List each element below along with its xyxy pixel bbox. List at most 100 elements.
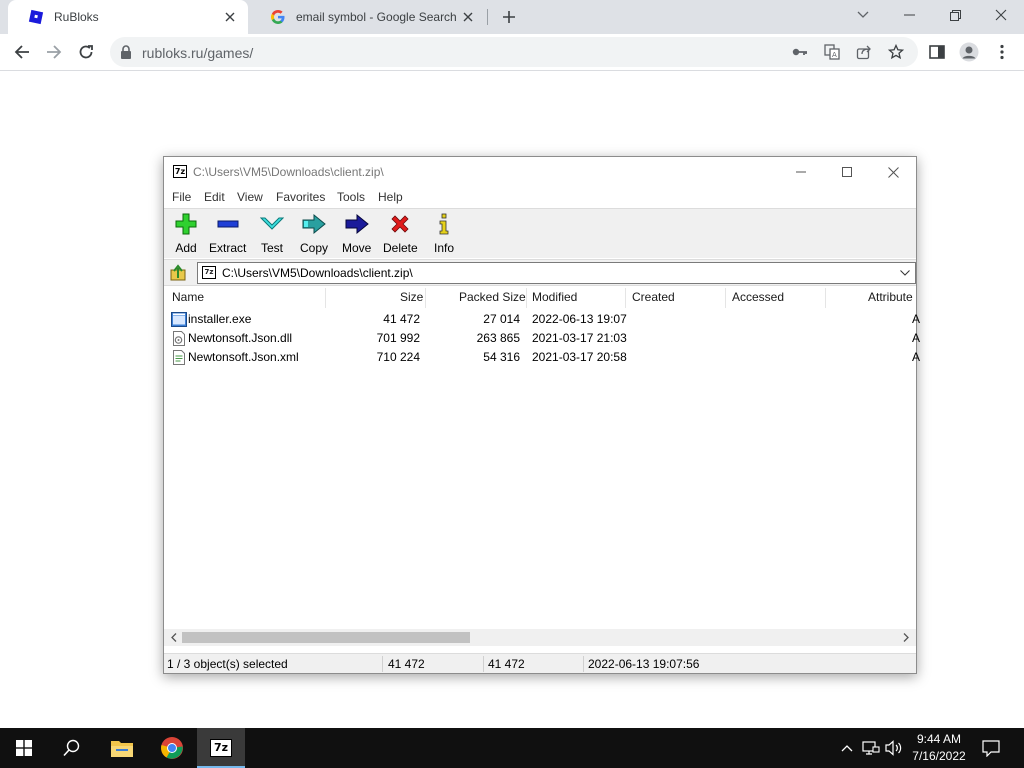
column-header-row: Name Size Packed Size Modified Created A… <box>164 286 916 310</box>
info-label: Info <box>433 241 454 255</box>
column-modified[interactable]: Modified <box>532 290 577 304</box>
close-tab-icon[interactable] <box>222 9 238 25</box>
browser-menu-button[interactable] <box>990 40 1014 64</box>
menu-favorites[interactable]: Favorites <box>276 190 325 204</box>
forward-button[interactable] <box>40 38 68 66</box>
reload-button[interactable] <box>72 38 100 66</box>
chevron-right-icon <box>903 633 909 642</box>
back-button[interactable] <box>8 38 36 66</box>
tab-title: email symbol - Google Search <box>296 10 457 24</box>
horizontal-scrollbar[interactable] <box>164 629 916 646</box>
menu-file[interactable]: File <box>172 190 191 204</box>
address-bar[interactable]: rubloks.ru/games/ A <box>110 37 918 67</box>
plus-icon <box>503 11 515 23</box>
file-row-installer[interactable]: installer.exe 41 472 27 014 2022-06-13 1… <box>164 310 920 329</box>
sevenzip-titlebar[interactable]: 7z C:\Users\VM5\Downloads\client.zip\ <box>164 157 916 187</box>
tab-search-button[interactable] <box>840 0 886 30</box>
column-attributes[interactable]: Attribute <box>868 290 913 304</box>
menu-bar: File Edit View Favorites Tools Help <box>164 187 916 207</box>
tab-rubloks[interactable]: RuBloks <box>8 0 248 34</box>
bookmark-star-icon[interactable] <box>888 44 904 60</box>
chevron-down-icon <box>900 270 910 276</box>
tab-google-search[interactable]: email symbol - Google Search <box>250 0 486 34</box>
path-text[interactable]: C:\Users\VM5\Downloads\client.zip\ <box>222 266 413 280</box>
minimize-button[interactable] <box>778 157 824 187</box>
column-created[interactable]: Created <box>632 290 675 304</box>
file-packed-size: 263 865 <box>476 331 520 345</box>
path-input[interactable]: 7z C:\Users\VM5\Downloads\client.zip\ <box>197 262 916 284</box>
column-name[interactable]: Name <box>172 290 204 304</box>
notification-icon <box>982 739 1000 757</box>
file-row-newtonsoft-xml[interactable]: Newtonsoft.Json.xml 710 224 54 316 2021-… <box>164 348 920 367</box>
window-title: C:\Users\VM5\Downloads\client.zip\ <box>193 165 384 179</box>
delete-button[interactable]: Delete <box>383 212 418 258</box>
profile-button[interactable] <box>957 40 981 64</box>
column-size[interactable]: Size <box>400 290 423 304</box>
chevron-down-icon <box>857 11 869 18</box>
minus-icon <box>216 212 240 236</box>
close-tab-icon[interactable] <box>460 9 476 25</box>
side-panel-button[interactable] <box>925 40 949 64</box>
chrome-icon <box>161 737 183 759</box>
sevenzip-toolbar: Add Extract Test Copy Move Delete Info <box>164 208 916 258</box>
maximize-button[interactable] <box>824 157 870 187</box>
start-button[interactable] <box>0 728 48 768</box>
extract-button[interactable]: Extract <box>209 212 246 258</box>
show-hidden-icons-button[interactable] <box>837 738 857 758</box>
taskbar-clock[interactable]: 9:44 AM 7/16/2022 <box>908 731 970 765</box>
new-tab-button[interactable] <box>498 6 520 28</box>
menu-edit[interactable]: Edit <box>204 190 225 204</box>
close-window-button[interactable] <box>978 0 1024 30</box>
scroll-left-button[interactable] <box>167 631 181 644</box>
network-button[interactable] <box>861 738 881 758</box>
scroll-right-button[interactable] <box>899 631 913 644</box>
column-divider[interactable] <box>526 288 527 308</box>
file-modified: 2021-03-17 21:03 <box>532 331 627 345</box>
search-icon <box>63 739 80 757</box>
network-icon <box>862 741 880 755</box>
up-folder-button[interactable] <box>168 263 188 283</box>
menu-help[interactable]: Help <box>378 190 403 204</box>
scrollbar-thumb[interactable] <box>182 632 470 643</box>
volume-button[interactable] <box>884 738 904 758</box>
column-packed-size[interactable]: Packed Size <box>459 290 526 304</box>
share-icon[interactable] <box>856 44 872 60</box>
key-icon[interactable] <box>792 44 808 60</box>
column-accessed[interactable]: Accessed <box>732 290 784 304</box>
restore-button[interactable] <box>932 0 978 30</box>
url-text[interactable]: rubloks.ru/games/ <box>142 45 253 61</box>
test-button[interactable]: Test <box>260 212 284 258</box>
clock-time: 9:44 AM <box>916 732 962 746</box>
minimize-button[interactable] <box>886 0 932 30</box>
column-divider[interactable] <box>825 288 826 308</box>
info-button[interactable]: Info <box>432 212 456 258</box>
move-button[interactable]: Move <box>342 212 371 258</box>
column-divider[interactable] <box>725 288 726 308</box>
translate-icon[interactable]: A <box>824 44 840 60</box>
menu-tools[interactable]: Tools <box>337 190 365 204</box>
file-row-newtonsoft-dll[interactable]: Newtonsoft.Json.dll 701 992 263 865 2021… <box>164 329 920 348</box>
column-divider[interactable] <box>625 288 626 308</box>
file-explorer-button[interactable] <box>98 728 146 768</box>
menu-view[interactable]: View <box>237 190 263 204</box>
file-list[interactable]: Name Size Packed Size Modified Created A… <box>164 285 920 633</box>
move-label: Move <box>342 241 372 255</box>
column-divider[interactable] <box>325 288 326 308</box>
add-button[interactable]: Add <box>174 212 198 258</box>
sevenzip-taskbar-button[interactable]: 7z <box>197 728 245 768</box>
action-center-button[interactable] <box>981 738 1001 758</box>
delete-x-icon <box>388 212 412 236</box>
copy-button[interactable]: Copy <box>300 212 328 258</box>
avatar-icon <box>959 42 979 62</box>
lock-icon[interactable] <box>120 45 132 59</box>
side-panel-icon <box>929 45 945 59</box>
svg-text:A: A <box>832 51 837 59</box>
chrome-button[interactable] <box>148 728 196 768</box>
restore-icon <box>949 9 961 21</box>
close-icon <box>995 9 1007 21</box>
search-button[interactable] <box>48 728 96 768</box>
close-window-button[interactable] <box>870 157 916 187</box>
column-divider[interactable] <box>425 288 426 308</box>
file-size: 41 472 <box>383 312 420 326</box>
path-dropdown-button[interactable] <box>898 266 912 280</box>
